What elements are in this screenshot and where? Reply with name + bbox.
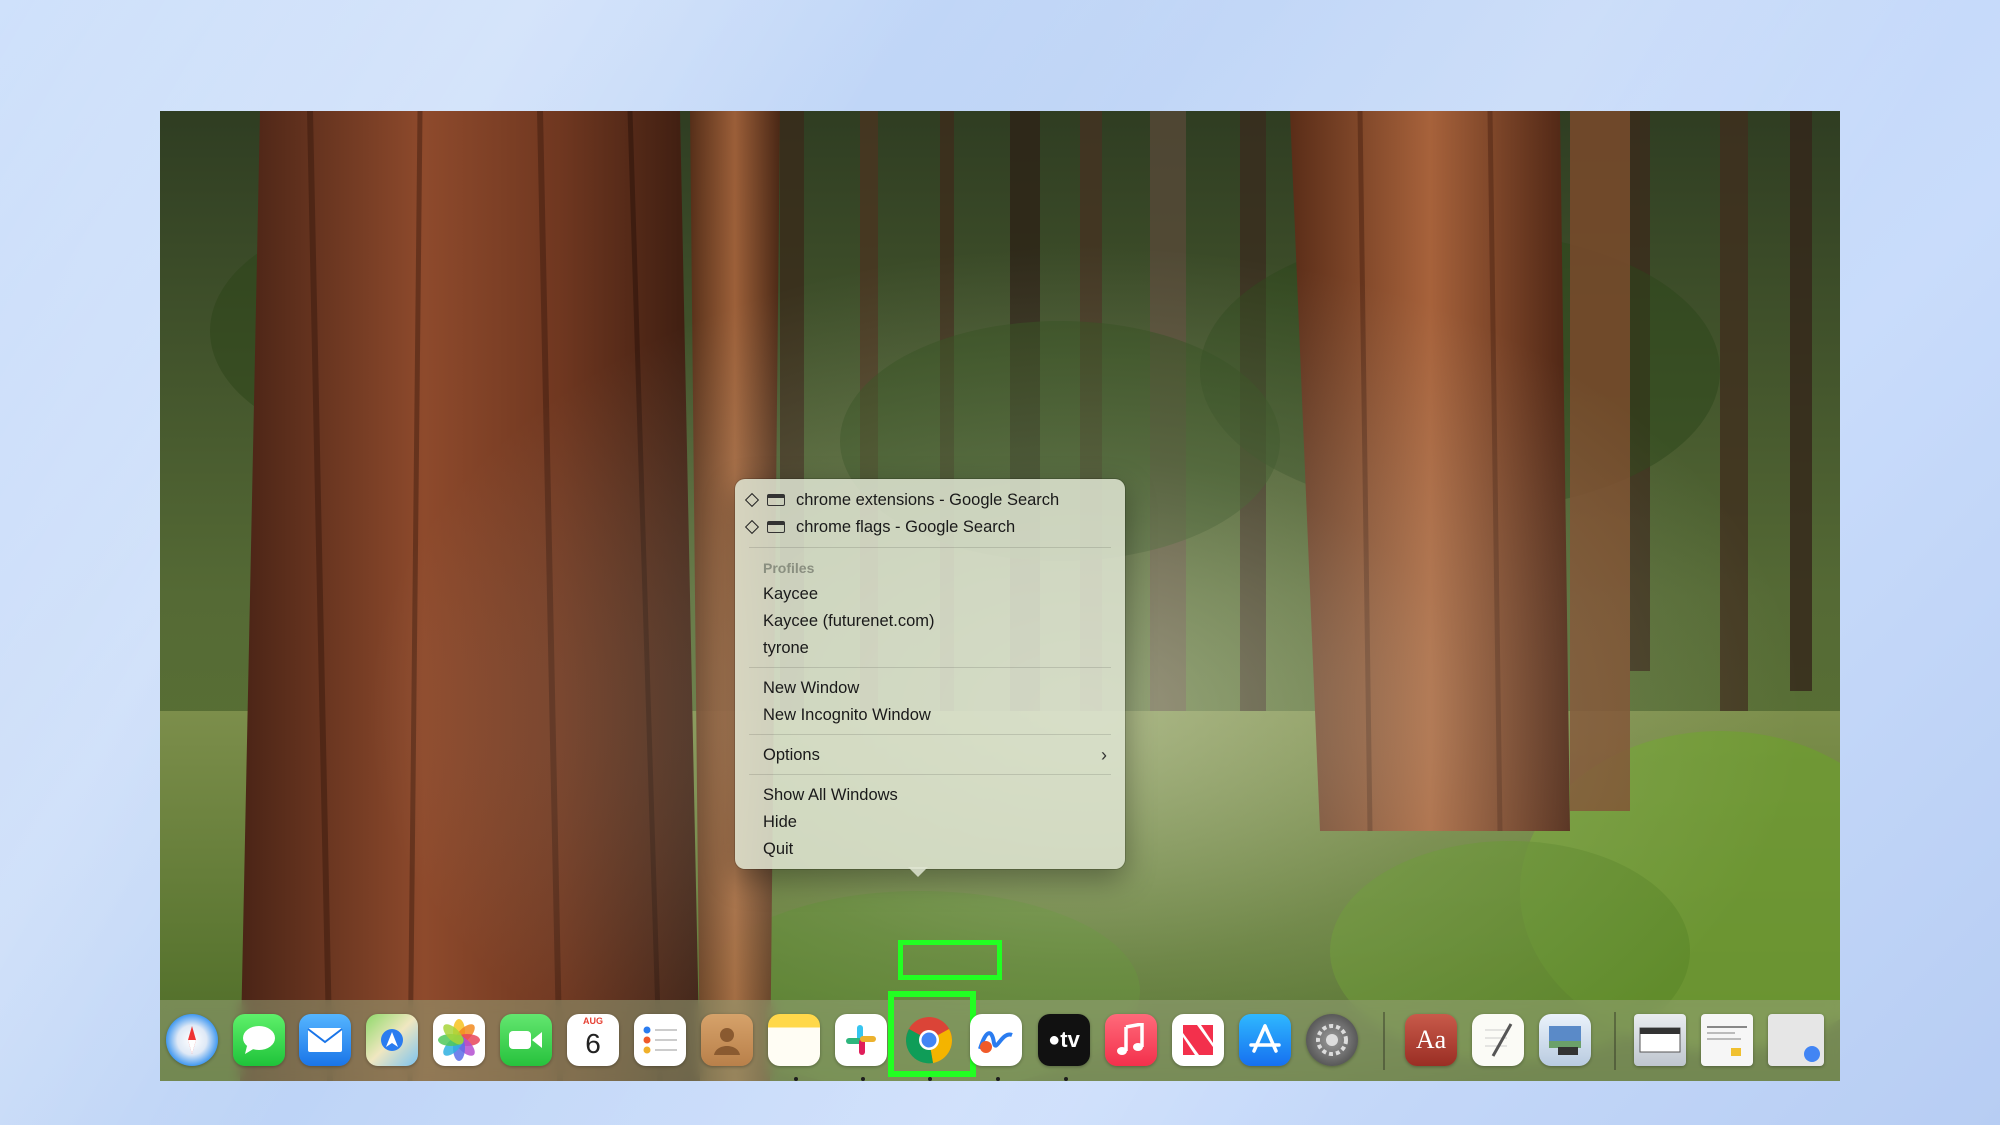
safari-icon[interactable] (166, 1014, 218, 1066)
profiles-header: Profiles (763, 560, 815, 576)
textedit-icon[interactable] (1472, 1014, 1524, 1066)
apple-tv-icon[interactable]: ● tv (1038, 1014, 1090, 1066)
dictionary-icon[interactable]: Aa (1405, 1014, 1457, 1066)
window-thumb-3-icon[interactable] (1768, 1014, 1824, 1066)
calendar-month: AUG (583, 1016, 603, 1026)
window-icon (767, 521, 785, 533)
contacts-icon[interactable] (701, 1014, 753, 1066)
menu-window-item-flags[interactable]: chrome flags - Google Search (744, 515, 1016, 539)
running-indicator (928, 1077, 932, 1081)
menu-item-options[interactable]: Options (763, 743, 1103, 767)
calendar-day: 6 (585, 1028, 601, 1059)
dock-divider (1383, 1012, 1385, 1070)
reminders-icon[interactable] (634, 1014, 686, 1066)
dock-divider (1614, 1012, 1616, 1070)
menu-item-profile-tyrone[interactable]: tyrone (763, 636, 809, 660)
dictionary-label: Aa (1415, 1025, 1447, 1054)
menu-separator (749, 774, 1111, 775)
menu-item-profile-futurenet[interactable]: Kaycee (futurenet.com) (763, 609, 935, 633)
window-thumb-1-icon[interactable] (1634, 1014, 1686, 1066)
apple-tv-label: tv (1060, 1027, 1080, 1052)
running-indicator (861, 1077, 865, 1081)
window-title: chrome flags - Google Search (796, 518, 1016, 536)
window-title: chrome extensions - Google Search (796, 491, 1060, 509)
slack-icon[interactable] (835, 1014, 887, 1066)
menu-separator (749, 667, 1111, 668)
window-thumb-2-icon[interactable] (1701, 1014, 1753, 1066)
menu-separator (749, 547, 1111, 548)
menu-window-item-extensions[interactable]: chrome extensions - Google Search (744, 488, 1060, 512)
music-icon[interactable] (1105, 1014, 1157, 1066)
facetime-icon[interactable] (500, 1014, 552, 1066)
window-icon (767, 494, 785, 506)
options-label: Options (763, 746, 820, 764)
running-indicator (794, 1077, 798, 1081)
menu-item-new-window[interactable]: New Window (763, 676, 859, 700)
menu-item-hide[interactable]: Hide (763, 810, 797, 834)
menu-item-profile-kaycee[interactable]: Kaycee (763, 582, 818, 606)
preview-icon[interactable] (1539, 1014, 1591, 1066)
chevron-right-icon: › (1101, 745, 1107, 765)
calendar-icon[interactable]: AUG 6 (567, 1014, 619, 1066)
quit-highlight-box (898, 940, 1002, 980)
menu-item-new-incognito-window[interactable]: New Incognito Window (763, 703, 931, 727)
running-indicator (996, 1077, 1000, 1081)
menu-item-show-all-windows[interactable]: Show All Windows (763, 783, 898, 807)
photos-icon[interactable] (433, 1014, 485, 1066)
mail-icon[interactable] (299, 1014, 351, 1066)
diamond-icon (744, 519, 760, 535)
freeform-icon[interactable] (970, 1014, 1022, 1066)
maps-icon[interactable] (366, 1014, 418, 1066)
chrome-highlight-box (888, 991, 976, 1077)
news-icon[interactable] (1172, 1014, 1224, 1066)
menu-separator (749, 734, 1111, 735)
app-store-icon[interactable] (1239, 1014, 1291, 1066)
dock-context-menu: chrome extensions - Google Search chrome… (735, 479, 1125, 869)
messages-icon[interactable] (233, 1014, 285, 1066)
menu-item-quit[interactable]: Quit (763, 837, 793, 861)
notes-icon[interactable] (768, 1014, 820, 1066)
menu-pointer (908, 867, 928, 877)
system-settings-icon[interactable] (1306, 1014, 1358, 1066)
running-indicator (1064, 1077, 1068, 1081)
diamond-icon (744, 492, 760, 508)
